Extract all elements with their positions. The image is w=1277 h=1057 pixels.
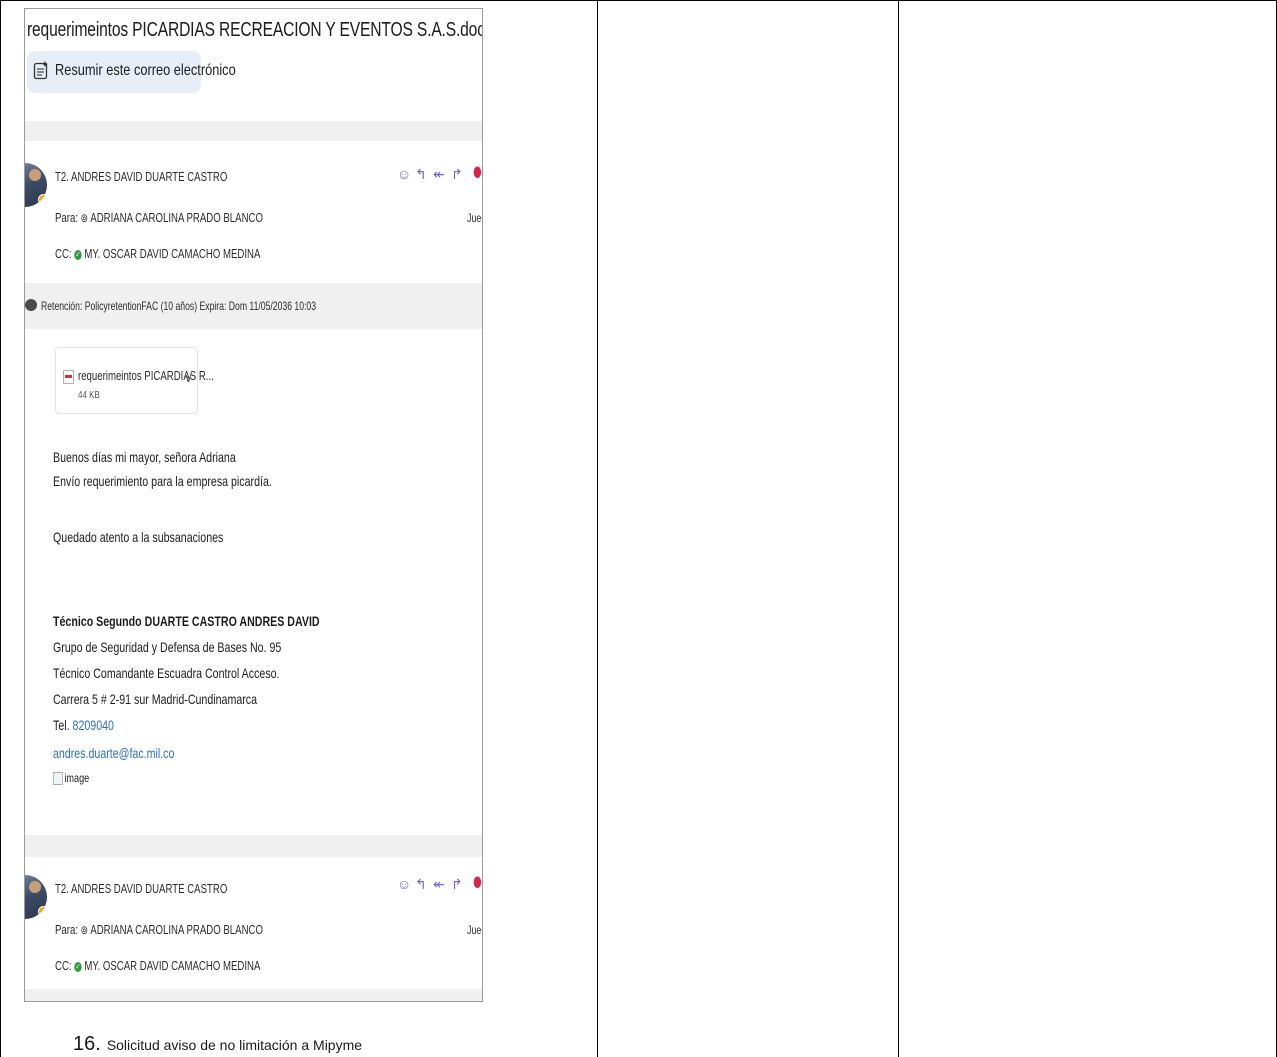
chevron-down-icon[interactable]: ∨	[184, 371, 193, 385]
table-divider-2	[898, 0, 899, 1057]
reply-all-icon[interactable]: ↞	[433, 877, 445, 891]
table-divider-1	[597, 0, 598, 1057]
body-line: Envío requerimiento para la empresa pica…	[53, 473, 272, 489]
to-recipient[interactable]: ADRIANA CAROLINA PRADO BLANCO	[90, 922, 263, 937]
check-icon: ✓	[74, 961, 82, 972]
signature-address: Carrera 5 # 2-91 sur Madrid-Cundinamarca	[53, 691, 258, 707]
to-recipient[interactable]: ADRIANA CAROLINA PRADO BLANCO	[90, 210, 263, 225]
to-row: Para: ⊚ ADRIANA CAROLINA PRADO BLANCO	[55, 209, 336, 227]
at-icon: ⊚	[80, 923, 89, 937]
attachment-size: 44 KB	[78, 390, 100, 401]
message-date: Jue 1	[467, 923, 482, 937]
caption-text: Solicitud aviso de no limitación a Mipym…	[106, 1037, 363, 1053]
body-greeting: Buenos días mi mayor, señora Adriana	[53, 449, 236, 465]
to-label: Para: ⊚ ADRIANA CAROLINA PRADO BLANCO	[55, 210, 263, 225]
signature-role: Técnico Comandante Escuadra Control Acce…	[53, 665, 280, 681]
table-border-left	[0, 0, 1, 1057]
broken-image: image	[53, 771, 89, 786]
email-screenshot: requerimeintos PICARDIAS RECREACION Y EV…	[24, 8, 483, 1002]
signature-name: Técnico Segundo DUARTE CASTRO ANDRES DAV…	[53, 613, 320, 629]
cc-recipient[interactable]: MY. OSCAR DAVID CAMACHO MEDINA	[84, 958, 260, 973]
pdf-file-icon	[63, 370, 74, 384]
email-link[interactable]: andres.duarte@fac.mil.co	[53, 745, 174, 761]
info-icon	[25, 299, 37, 311]
table-border-top	[0, 0, 1277, 1]
reply-icon[interactable]: ↰	[415, 167, 427, 181]
reply-all-icon[interactable]: ↞	[433, 167, 445, 181]
figure-caption: 16. Solicitud aviso de no limitación a Mi…	[73, 1033, 362, 1056]
summary-document-icon	[33, 61, 48, 80]
retention-text: Retención: PolicyretentionFAC (10 años) …	[41, 299, 317, 313]
forward-icon[interactable]: ↱	[451, 167, 463, 181]
email-subject: requerimeintos PICARDIAS RECREACION Y EV…	[27, 19, 482, 41]
cc-recipient[interactable]: MY. OSCAR DAVID CAMACHO MEDINA	[84, 246, 260, 261]
sender-name[interactable]: T2. ANDRES DAVID DUARTE CASTRO	[55, 881, 227, 896]
emoji-react-icon[interactable]: ☺	[397, 167, 411, 181]
cc-row: CC: ✓ MY. OSCAR DAVID CAMACHO MEDINA	[55, 958, 261, 973]
cc-row: CC: ✓ MY. OSCAR DAVID CAMACHO MEDINA	[55, 246, 261, 261]
shield-icon[interactable]: ⬮	[473, 165, 482, 179]
message-date: Jue 1	[467, 211, 482, 225]
signature-unit: Grupo de Seguridad y Defensa de Bases No…	[53, 639, 282, 655]
retention-bar: Retención: PolicyretentionFAC (10 años) …	[25, 283, 482, 329]
reply-icon[interactable]: ↰	[415, 877, 427, 891]
image-placeholder-icon	[53, 772, 63, 786]
separator-band	[25, 835, 482, 857]
caption-number: 16.	[73, 1033, 101, 1055]
avatar	[25, 163, 47, 207]
at-icon: ⊚	[80, 211, 89, 225]
attachment-card[interactable]: requerimeintos PICARDIAS R... 44 KB ∨	[55, 347, 214, 414]
separator-band	[25, 989, 482, 1001]
separator-band	[25, 121, 482, 141]
phone-link[interactable]: 8209040	[73, 717, 114, 733]
summarize-label: Resumir este correo electrónico	[55, 62, 236, 79]
shield-icon[interactable]: ⬮	[473, 875, 482, 889]
attachment-name: requerimeintos PICARDIAS R...	[78, 368, 214, 383]
signature-phone: Tel. 8209040	[53, 717, 114, 733]
body-line: Quedado atento a la subsanaciones	[53, 529, 224, 545]
message-header: T2. ANDRES DAVID DUARTE CASTRO ☺ ↰ ↞ ↱ ⬮…	[25, 857, 482, 989]
summarize-button[interactable]: Resumir este correo electrónico	[27, 51, 236, 93]
forward-icon[interactable]: ↱	[451, 877, 463, 891]
emoji-react-icon[interactable]: ☺	[397, 877, 411, 891]
check-icon: ✓	[74, 249, 82, 260]
sender-name[interactable]: T2. ANDRES DAVID DUARTE CASTRO	[55, 169, 227, 184]
avatar	[25, 875, 47, 919]
message-header: T2. ANDRES DAVID DUARTE CASTRO ☺ ↰ ↞ ↱ ⬮…	[25, 141, 482, 283]
to-row: Para: ⊚ ADRIANA CAROLINA PRADO BLANCO	[55, 922, 263, 937]
